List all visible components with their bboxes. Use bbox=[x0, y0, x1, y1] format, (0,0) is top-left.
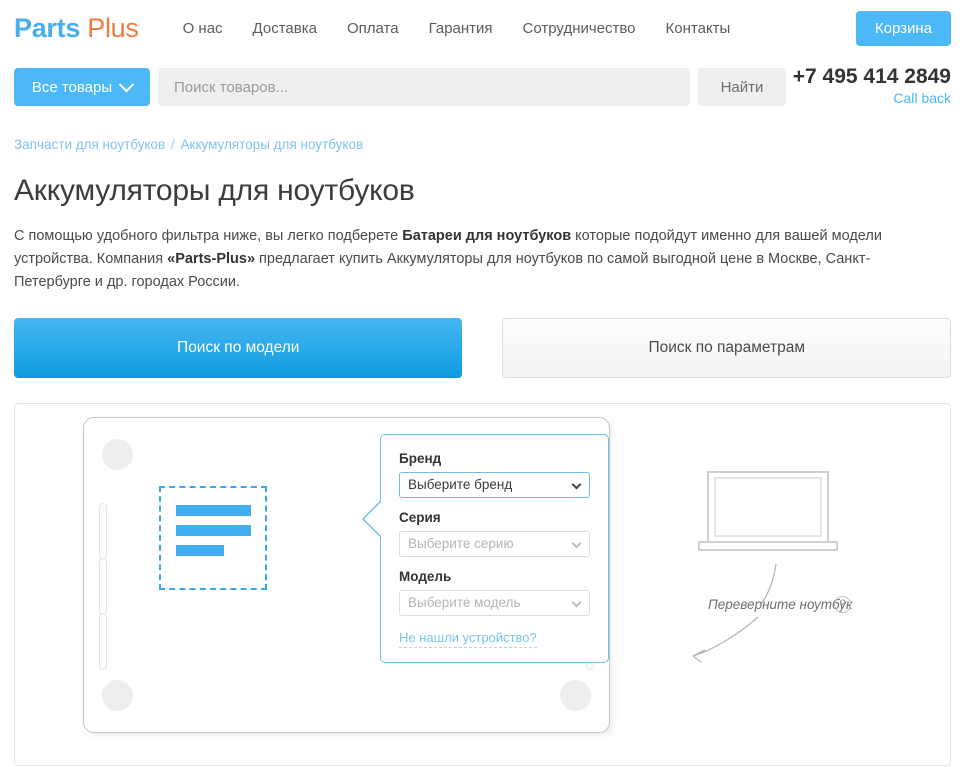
device-not-found-link[interactable]: Не нашли устройство? bbox=[399, 630, 537, 648]
nav-item-cooperation[interactable]: Сотрудничество bbox=[523, 20, 636, 37]
search-submit-button[interactable]: Найти bbox=[698, 68, 786, 106]
nav-item-contacts[interactable]: Контакты bbox=[666, 20, 731, 37]
search-input[interactable] bbox=[158, 68, 690, 106]
breadcrumb-current[interactable]: Аккумуляторы для ноутбуков bbox=[181, 137, 364, 152]
intro-segment-1: С помощью удобного фильтра ниже, вы легк… bbox=[14, 228, 402, 244]
series-select-value: Выберите серию bbox=[408, 536, 514, 551]
model-field-label: Модель bbox=[399, 569, 590, 584]
nav-item-warranty[interactable]: Гарантия bbox=[429, 20, 493, 37]
chevron-down-icon bbox=[572, 479, 582, 489]
nav-item-delivery[interactable]: Доставка bbox=[253, 20, 317, 37]
call-back-link[interactable]: Call back bbox=[893, 90, 951, 106]
laptop-vent-slot-icon bbox=[99, 558, 107, 615]
intro-bold-batteries: Батареи для ноутбуков bbox=[402, 228, 571, 244]
chevron-down-icon bbox=[119, 76, 135, 92]
breadcrumb-parent[interactable]: Запчасти для ноутбуков bbox=[14, 137, 165, 152]
tab-search-by-model[interactable]: Поиск по модели bbox=[14, 318, 462, 378]
search-mode-tabs: Поиск по модели Поиск по параметрам bbox=[14, 318, 951, 378]
contact-phone-block: +7 495 414 2849 Call back bbox=[793, 65, 951, 109]
sticker-line-icon bbox=[176, 525, 251, 536]
laptop-hint-drawing bbox=[631, 404, 961, 767]
page-title: Аккумуляторы для ноутбуков bbox=[14, 174, 951, 208]
series-select[interactable]: Выберите серию bbox=[399, 531, 590, 557]
search-bar: Все товары Найти +7 495 414 2849 Call ba… bbox=[0, 57, 965, 117]
chevron-down-icon bbox=[572, 538, 582, 548]
laptop-foot-icon bbox=[102, 439, 133, 470]
brand-select-value: Выберите бренд bbox=[408, 477, 512, 492]
intro-bold-company: «Parts-Plus» bbox=[167, 251, 255, 267]
laptop-label-sticker-highlight bbox=[159, 486, 267, 590]
chevron-down-icon bbox=[572, 597, 582, 607]
callout-pointer-fill-icon bbox=[364, 500, 383, 538]
site-logo[interactable]: Parts Plus bbox=[14, 13, 139, 44]
sticker-line-icon bbox=[176, 505, 251, 516]
logo-text-plus: Plus bbox=[87, 13, 138, 43]
series-field-label: Серия bbox=[399, 510, 590, 525]
nav-item-about[interactable]: О нас bbox=[183, 20, 223, 37]
model-selector-card: Бренд Выберите бренд Серия Выберите сери… bbox=[14, 403, 951, 766]
help-question-icon[interactable]: ? bbox=[834, 596, 851, 613]
brand-select[interactable]: Выберите бренд bbox=[399, 472, 590, 498]
brand-field-label: Бренд bbox=[399, 451, 590, 466]
laptop-foot-icon bbox=[560, 680, 591, 711]
laptop-foot-icon bbox=[102, 680, 133, 711]
cart-button[interactable]: Корзина bbox=[856, 11, 951, 46]
sticker-line-icon bbox=[176, 545, 224, 556]
main-navigation: О нас Доставка Оплата Гарантия Сотруднич… bbox=[183, 20, 731, 37]
model-select[interactable]: Выберите модель bbox=[399, 590, 590, 616]
flip-laptop-hint-text: Переверните ноутбук bbox=[708, 597, 852, 612]
laptop-vent-slot-icon bbox=[99, 613, 107, 670]
site-header: Parts Plus О нас Доставка Оплата Гаранти… bbox=[0, 0, 965, 57]
model-selection-form: Бренд Выберите бренд Серия Выберите сери… bbox=[380, 434, 609, 663]
flip-laptop-hint: Переверните ноутбук ? bbox=[631, 404, 961, 767]
logo-text-parts: Parts bbox=[14, 13, 80, 43]
breadcrumb: Запчасти для ноутбуков / Аккумуляторы дл… bbox=[14, 137, 951, 152]
model-select-value: Выберите модель bbox=[408, 595, 520, 610]
nav-item-payment[interactable]: Оплата bbox=[347, 20, 399, 37]
page-content: Запчасти для ноутбуков / Аккумуляторы дл… bbox=[0, 137, 965, 766]
tab-search-by-parameters[interactable]: Поиск по параметрам bbox=[502, 318, 951, 378]
page-intro-text: С помощью удобного фильтра ниже, вы легк… bbox=[14, 225, 944, 294]
laptop-vent-slot-icon bbox=[99, 503, 107, 560]
breadcrumb-separator: / bbox=[171, 137, 175, 152]
all-categories-dropdown[interactable]: Все товары bbox=[14, 68, 150, 106]
phone-number: +7 495 414 2849 bbox=[793, 65, 951, 89]
all-categories-label: Все товары bbox=[32, 79, 112, 96]
laptop-underside-illustration: Бренд Выберите бренд Серия Выберите сери… bbox=[83, 417, 610, 733]
